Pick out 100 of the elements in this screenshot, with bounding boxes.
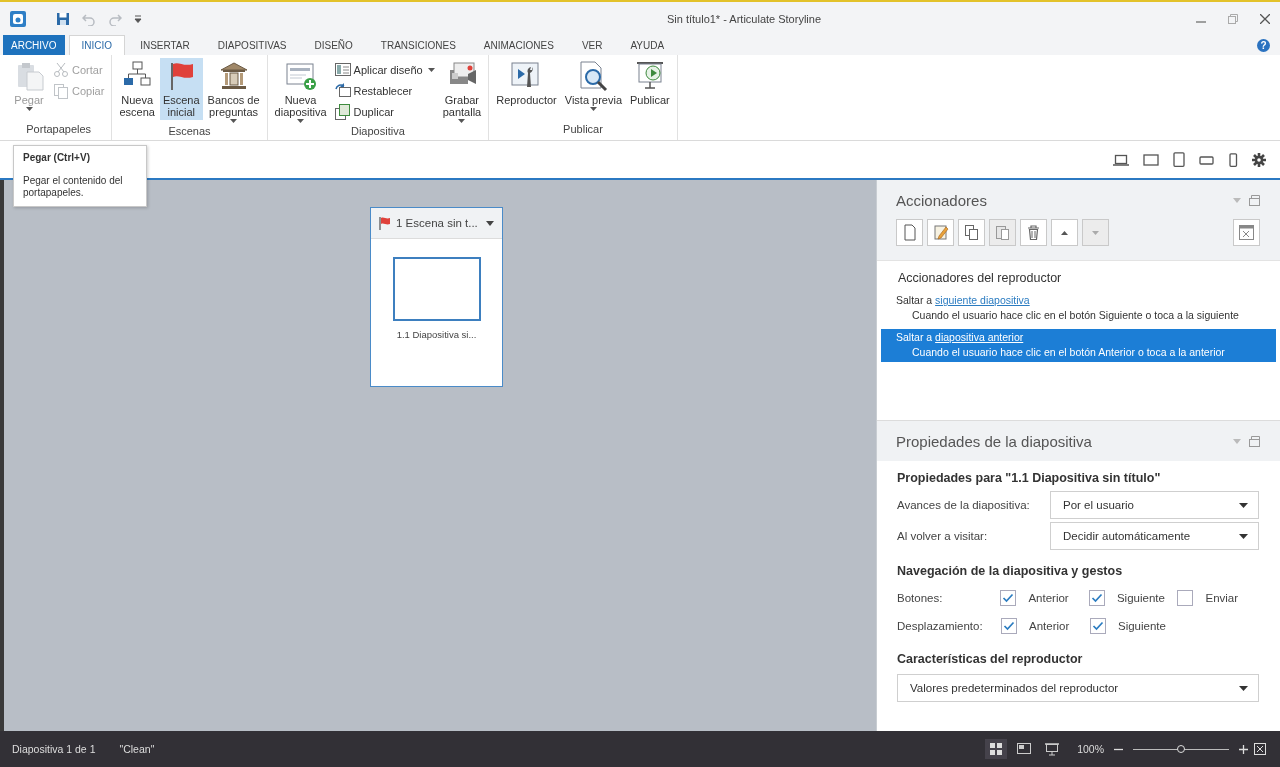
section-heading: Propiedades para "1.1 Diapositiva sin título" [897,471,1162,485]
close-icon[interactable] [1260,13,1270,24]
checkbox-label: Anterior [1028,592,1069,604]
ribbon-button[interactable]: Aplicar diseño [331,60,438,80]
checkbox[interactable] [1001,618,1017,634]
file-menu-tab[interactable]: ARCHIVO [3,35,65,55]
trigger-condition: Cuando el usuario hace clic en el botón Siguiente o toca a la siguiente [911,308,1240,323]
slider-thumb[interactable] [1177,744,1185,753]
ribbon-tab[interactable]: DISEÑO [301,35,366,55]
ribbon-button[interactable]: Bancos de preguntas [204,58,263,125]
checkbox-label: Siguiente [1118,620,1166,632]
fit-window-icon[interactable] [1254,743,1266,755]
checkbox-label: Anterior [1029,620,1070,632]
dropdown[interactable]: Valores predeterminados del reproductor [897,674,1259,702]
flag-icon [379,216,390,230]
ribbon-tab[interactable]: DIAPOSITIVAS [204,35,300,55]
checkbox[interactable] [1000,590,1017,606]
dropdown-arrow-icon[interactable] [134,14,142,23]
ribbon-button[interactable]: Nueva escena [116,58,158,120]
field-label: Avances de la diapositiva: [897,499,1031,511]
trigger-row[interactable]: Saltar a siguiente diapositiva Cuando el usuario hace clic en el botón Siguiente o toca a la siguiente [881,292,1276,325]
ribbon-tab[interactable]: VER [568,35,616,55]
dropdown[interactable]: Decidir automáticamente [1050,522,1259,550]
ribbon-button[interactable]: Duplicar [331,102,438,122]
copy-button[interactable] [958,219,985,246]
trash-button[interactable] [1020,219,1047,246]
app-logo-icon [10,10,26,27]
checkbox[interactable] [1088,590,1105,606]
up-arrow-button[interactable] [1051,219,1078,246]
trigger-link[interactable]: diapositiva anterior [935,331,1024,343]
copy-icon [53,83,69,99]
slide-plus-icon [284,60,317,92]
duplicate-icon [334,104,351,120]
variables-button[interactable] [1233,219,1260,246]
magnifier-document-icon [577,60,610,92]
ribbon-button[interactable]: Vista previa [561,58,626,113]
caret-icon [1239,685,1248,691]
tablet-icon[interactable] [1173,152,1185,167]
scissors-icon [53,62,69,78]
grid-view-icon [988,741,1005,757]
checkbox[interactable] [1090,618,1106,634]
section-heading: Características del reproductor [897,652,1084,666]
layout-icon [334,62,351,78]
ribbon-tab[interactable]: ANIMACIONES [470,35,567,55]
edit-button[interactable] [927,219,954,246]
grid-view-button[interactable] [985,739,1008,759]
ribbon-button[interactable]: Nueva diapositiva [271,58,330,125]
checkbox-label: Siguiente [1116,592,1165,604]
row-label: Botones: [897,592,944,604]
restore-icon[interactable] [1249,435,1260,447]
group-label: Diapositiva [350,125,406,139]
row-label: Desplazamiento: [897,620,984,632]
theme-name: "Clean" [119,743,155,755]
up-arrow-icon [1061,230,1068,235]
ribbon-tab[interactable]: INSERTAR [127,35,203,55]
ribbon-button[interactable]: Restablecer [331,81,438,101]
phone-icon[interactable] [1228,152,1238,167]
trigger-row[interactable]: Saltar a diapositiva anterior Cuando el usuario hace clic en el botón Anterior o toca a la anterior [881,329,1276,362]
slide-count: Diapositiva 1 de 1 [12,743,96,755]
section-heading: Accionadores del reproductor [897,271,1063,285]
ribbon-button[interactable]: Publicar [627,58,673,108]
tooltip-title: Pegar (Ctrl+V) [23,152,91,163]
slide-label: 1.1 Diapositiva si... [396,329,477,340]
zoom-in-icon[interactable] [1239,744,1248,754]
trigger-action: Saltar a [896,294,933,306]
slide-thumbnail[interactable] [392,257,481,321]
help-button[interactable]: ? [1257,38,1270,52]
checkbox[interactable] [1177,590,1194,606]
laptop-icon[interactable] [1113,153,1129,166]
field-label: Al volver a visitar: [897,530,989,542]
ribbon-button[interactable]: Reproductor [493,58,560,108]
ribbon-button[interactable]: Grabar pantalla [439,58,485,125]
tablet-landscape-icon[interactable] [1199,154,1214,165]
caret-icon[interactable] [486,220,494,226]
caret-icon [1239,502,1248,508]
group-label: Publicar [562,123,604,137]
scene-title: 1 Escena sin t... [396,217,479,229]
new-file-button[interactable] [896,219,923,246]
caret-icon [1239,533,1248,539]
dropdown[interactable]: Por el usuario [1050,491,1259,519]
restore-icon[interactable] [1249,195,1260,206]
trigger-link[interactable]: siguiente diapositiva [935,294,1030,306]
settings-icon[interactable] [1252,152,1266,167]
panel-title: Propiedades de la diapositiva [896,432,1093,450]
save-icon[interactable] [56,11,70,26]
down-arrow-icon [1092,230,1099,235]
trigger-action: Saltar a [896,331,933,343]
group-label: Portapapeles [25,123,93,137]
zoom-level: 100% [1077,743,1104,755]
window-title: Sin título1* - Articulate Storyline [665,12,823,25]
ribbon-button[interactable]: Escena inicial [159,58,203,120]
monitor-icon[interactable] [1143,153,1159,166]
tooltip-text: Pegar el contenido del portapapeles. [23,175,124,199]
presentation-icon [1044,741,1061,757]
section-heading: Navegación de la diapositiva y gestos [897,564,1124,578]
ribbon-tab[interactable]: INICIO [68,35,126,55]
slide-view-icon [1016,741,1033,757]
ribbon-tab[interactable]: AYUDA [617,35,678,55]
ribbon-tab[interactable]: TRANSICIONES [367,35,469,55]
group-label: Escenas [167,125,212,139]
